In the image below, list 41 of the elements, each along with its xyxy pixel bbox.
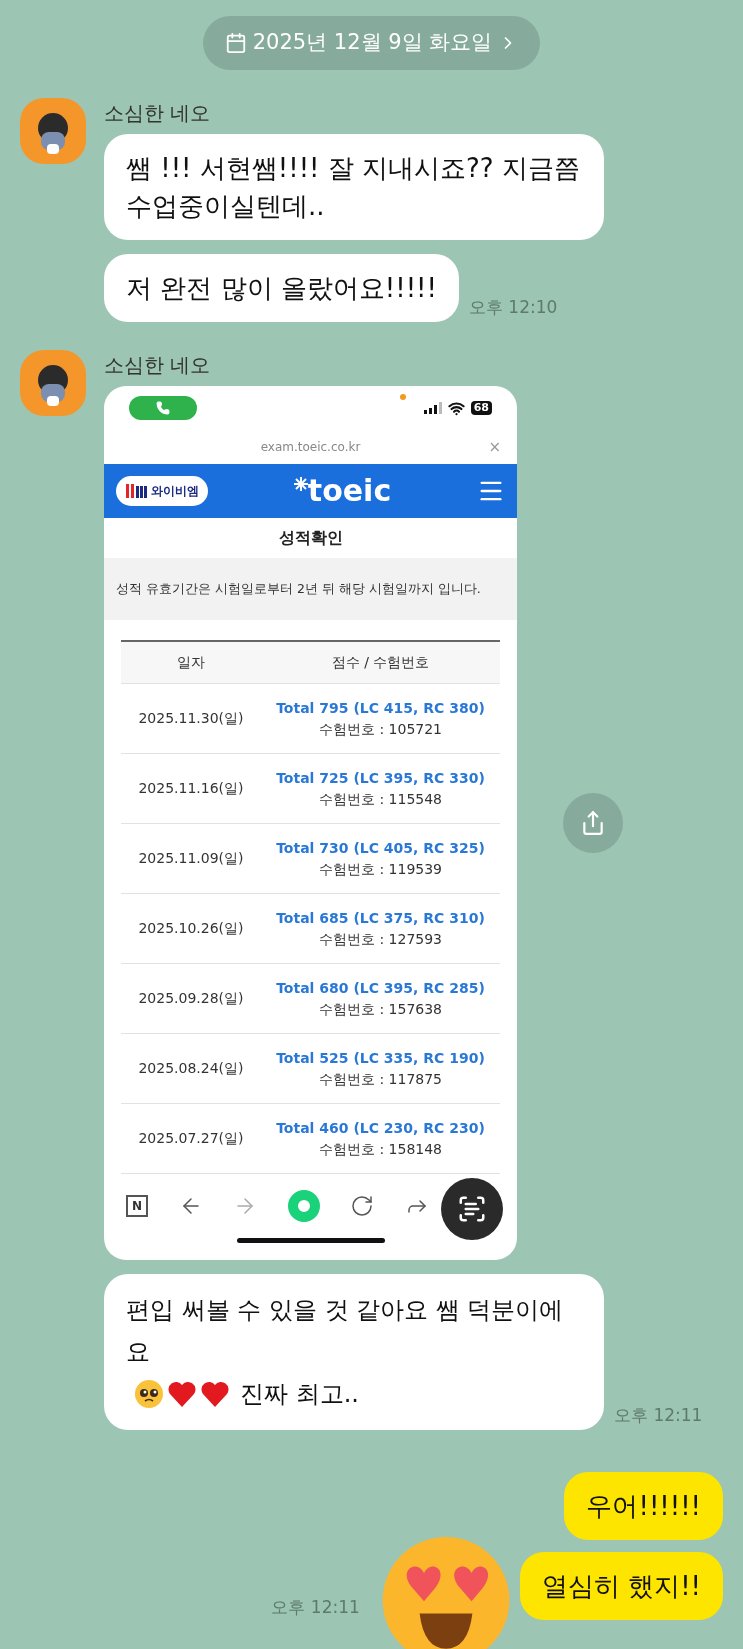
score-link[interactable]: Total 730 (LC 405, RC 325) [276, 837, 485, 859]
message-bubble[interactable]: 쌤 !!! 서현쌤!!!! 잘 지내시죠?? 지금쯤 수업중이실텐데.. [104, 134, 604, 240]
battery-level: 68 [470, 401, 492, 415]
exam-number: 수험번호 : 127593 [318, 929, 443, 949]
date-cell-text: 2025.11.30(일) [137, 709, 245, 728]
exam-number: 수험번호 : 157638 [318, 999, 443, 1019]
site-logo[interactable]: toeic [307, 474, 392, 508]
score-link[interactable]: Total 460 (LC 230, RC 230) [276, 1117, 485, 1139]
date-cell-text: 2025.11.09(일) [137, 849, 245, 868]
sender-name: 소심한 네오 [104, 352, 212, 378]
date-cell-text: 2025.09.28(일) [137, 989, 245, 1008]
score-link[interactable]: Total 680 (LC 395, RC 285) [276, 977, 485, 999]
message-time: 오후 12:10 [468, 295, 558, 319]
sender-name: 소심한 네오 [104, 100, 212, 126]
naver-button[interactable]: N [126, 1195, 148, 1217]
message-bubble[interactable]: 편입 써볼 수 있을 것 같아요 쌤 덕분이에요 진짜 최고.. [104, 1274, 604, 1430]
date-cell-text: 2025.11.16(일) [137, 779, 245, 798]
page-title: 성적확인 [278, 527, 343, 549]
date-cell-text: 2025.07.27(일) [137, 1129, 245, 1148]
column-header: 일자 [176, 653, 206, 672]
score-link[interactable]: Total 525 (LC 335, RC 190) [276, 1047, 485, 1069]
exam-number: 수험번호 : 117875 [318, 1069, 443, 1089]
date-cell-text: 2025.10.26(일) [137, 919, 245, 938]
date-cell-text: 2025.08.24(일) [137, 1059, 245, 1078]
url-text: exam.toeic.co.kr [260, 439, 361, 456]
score-link[interactable]: Total 725 (LC 395, RC 330) [276, 767, 485, 789]
message-time: 오후 12:11 [271, 1596, 360, 1617]
message-bubble[interactable]: 저 완전 많이 올랐어요!!!!! [104, 254, 459, 322]
close-button[interactable]: × [488, 435, 501, 459]
exam-number: 수험번호 : 115548 [318, 789, 443, 809]
score-link[interactable]: Total 795 (LC 415, RC 380) [276, 697, 485, 719]
brand-badge[interactable]: 와이비엠 [116, 476, 208, 506]
exam-number: 수험번호 : 119539 [318, 859, 443, 879]
score-link[interactable]: Total 685 (LC 375, RC 310) [276, 907, 485, 929]
exam-number: 수험번호 : 105721 [318, 719, 443, 739]
message-time: 오후 12:11 [614, 1403, 703, 1427]
exam-number: 수험번호 : 158148 [318, 1139, 443, 1159]
message-bubble[interactable]: 열심히 했지!! [519, 1552, 723, 1620]
column-header: 점수 / 수험번호 [330, 653, 431, 672]
notice-text: 성적 유효기간은 시험일로부터 2년 뒤 해당 시험일까지 입니다. [116, 579, 481, 598]
message-bubble[interactable]: 우어!!!!!! [564, 1472, 723, 1540]
